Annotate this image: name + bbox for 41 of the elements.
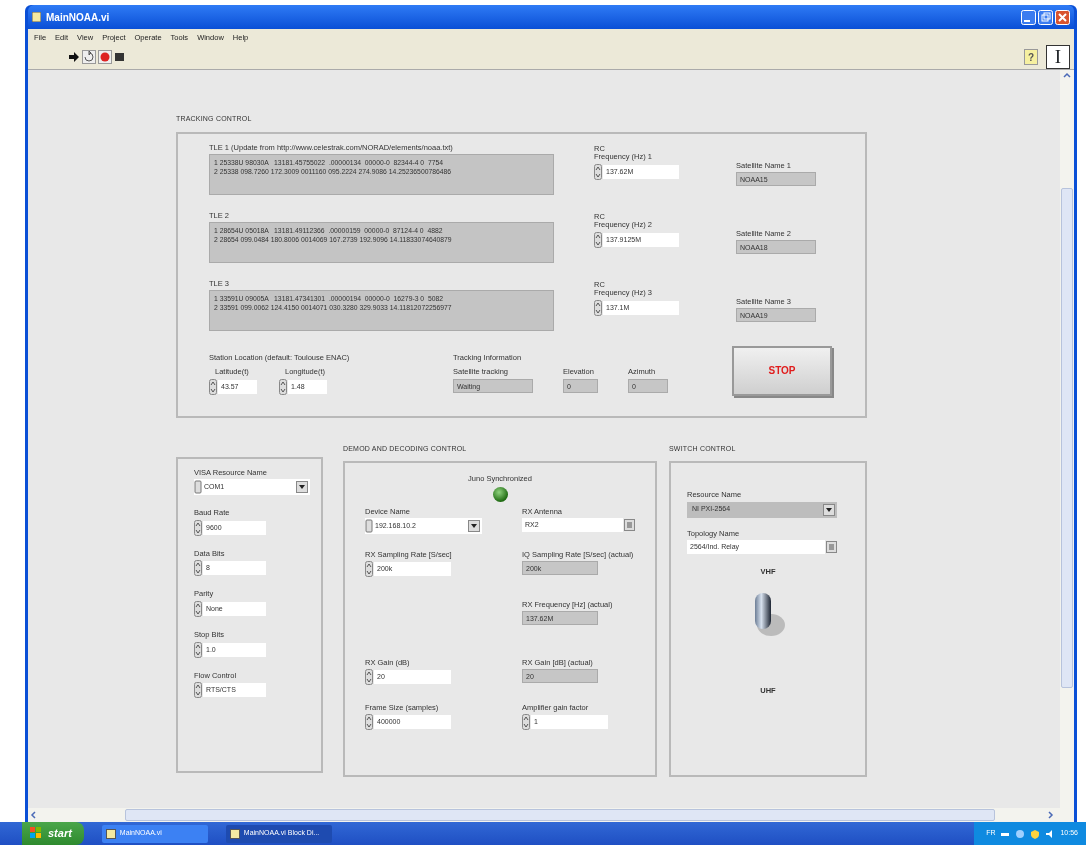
abort-icon[interactable] xyxy=(98,49,112,64)
spinner-icon[interactable] xyxy=(522,714,530,731)
spinner-icon[interactable] xyxy=(194,601,202,617)
vi-file-icon xyxy=(105,828,116,839)
spinner-icon[interactable] xyxy=(365,561,373,578)
window-title: MainNOAA.vi xyxy=(46,10,110,25)
run-arrow-icon[interactable] xyxy=(68,50,80,63)
caret-icon[interactable] xyxy=(296,481,308,494)
stop-button[interactable]: STOP xyxy=(732,345,832,396)
vi-icon: I xyxy=(1046,44,1070,69)
restore-icon[interactable] xyxy=(1038,9,1053,25)
spinner-icon[interactable] xyxy=(365,669,373,686)
spinner-icon[interactable] xyxy=(594,231,602,248)
spinner-icon[interactable] xyxy=(594,163,602,180)
scrollbar-thumb[interactable] xyxy=(125,809,995,821)
spinner-icon[interactable] xyxy=(594,299,602,316)
start-button[interactable]: start xyxy=(22,822,84,845)
spinner-icon[interactable] xyxy=(365,714,373,731)
scroll-up-icon[interactable] xyxy=(1061,70,1073,80)
ring-icon xyxy=(194,480,202,495)
minimize-icon[interactable] xyxy=(1021,9,1036,25)
context-help-button[interactable]: ? xyxy=(1024,48,1038,65)
spinner-icon[interactable] xyxy=(194,560,202,577)
close-icon[interactable] xyxy=(1055,9,1070,25)
caret-icon[interactable] xyxy=(823,503,835,516)
scrollbar-thumb[interactable] xyxy=(1061,188,1073,688)
spinner-icon[interactable] xyxy=(279,378,287,395)
browse-icon[interactable] xyxy=(624,519,635,532)
spinner-icon[interactable] xyxy=(194,682,202,699)
spinner-icon[interactable] xyxy=(194,641,202,658)
run-continuously-icon[interactable] xyxy=(82,49,96,64)
browse-icon[interactable] xyxy=(826,541,837,554)
shield-icon[interactable] xyxy=(1030,828,1041,839)
windows-flag-icon xyxy=(29,826,43,840)
spinner-icon[interactable] xyxy=(194,519,202,536)
vi-file-icon xyxy=(229,828,240,839)
pause-icon[interactable] xyxy=(114,50,126,63)
caret-icon[interactable] xyxy=(468,520,480,533)
ring-icon xyxy=(365,519,373,534)
app-icon xyxy=(32,12,41,22)
spinner-icon[interactable] xyxy=(209,378,217,395)
